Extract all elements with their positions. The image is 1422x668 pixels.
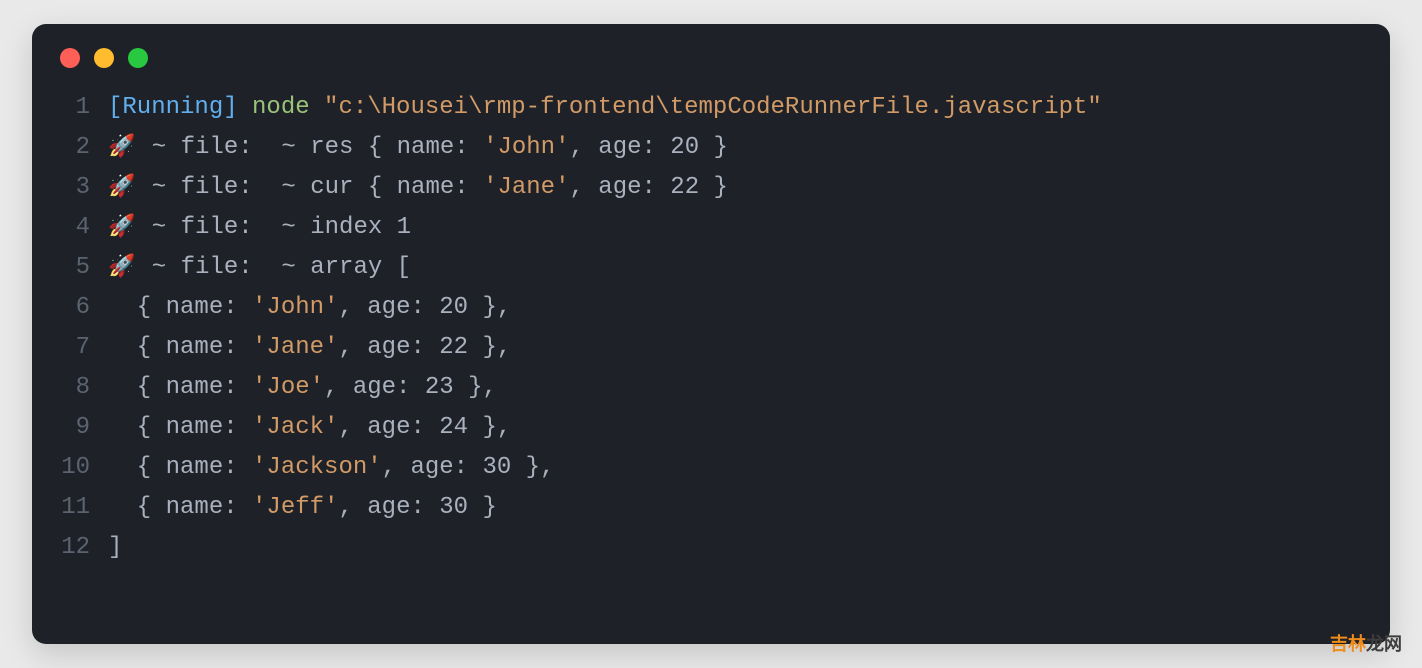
token: { name: <box>108 328 252 368</box>
rocket-icon: 🚀 <box>108 128 135 168</box>
token: "c:\Housei\rmp-frontend\tempCodeRunnerFi… <box>324 88 1102 128</box>
output-line: 12] <box>60 528 1362 568</box>
output-line: 4🚀 ~ file: ~ index 1 <box>60 208 1362 248</box>
token: ~ file: ~ array [ <box>137 248 411 288</box>
line-number: 4 <box>60 208 108 248</box>
token: [Running] <box>108 88 238 128</box>
token: 'Jeff' <box>252 488 338 528</box>
terminal-window: 1[Running] node "c:\Housei\rmp-frontend\… <box>32 24 1390 644</box>
maximize-icon[interactable] <box>128 48 148 68</box>
line-content: { name: 'Jeff', age: 30 } <box>108 488 497 528</box>
watermark: 吉林龙网 <box>1330 630 1402 656</box>
line-number: 3 <box>60 168 108 208</box>
watermark-part-b: 龙网 <box>1366 634 1402 654</box>
line-content: { name: 'Jack', age: 24 }, <box>108 408 511 448</box>
output-line: 8 { name: 'Joe', age: 23 }, <box>60 368 1362 408</box>
rocket-icon: 🚀 <box>108 248 135 288</box>
token: , age: 24 }, <box>338 408 511 448</box>
line-content: 🚀 ~ file: ~ array [ <box>108 248 411 288</box>
token: , age: 22 } <box>569 168 727 208</box>
line-number: 9 <box>60 408 108 448</box>
token: , age: 22 }, <box>338 328 511 368</box>
token: 'Jane' <box>483 168 569 208</box>
output-line: 5🚀 ~ file: ~ array [ <box>60 248 1362 288</box>
token: { name: <box>108 288 252 328</box>
terminal-output: 1[Running] node "c:\Housei\rmp-frontend\… <box>32 88 1390 568</box>
token: , age: 20 }, <box>338 288 511 328</box>
token: , age: 30 } <box>338 488 496 528</box>
line-content: { name: 'Jane', age: 22 }, <box>108 328 511 368</box>
token <box>238 88 252 128</box>
line-number: 6 <box>60 288 108 328</box>
token <box>310 88 324 128</box>
output-line: 7 { name: 'Jane', age: 22 }, <box>60 328 1362 368</box>
line-number: 5 <box>60 248 108 288</box>
close-icon[interactable] <box>60 48 80 68</box>
output-line: 10 { name: 'Jackson', age: 30 }, <box>60 448 1362 488</box>
token: ~ file: ~ cur { name: <box>137 168 483 208</box>
token: { name: <box>108 368 252 408</box>
rocket-icon: 🚀 <box>108 168 135 208</box>
token: 'Jane' <box>252 328 338 368</box>
line-content: 🚀 ~ file: ~ res { name: 'John', age: 20 … <box>108 128 728 168</box>
output-line: 6 { name: 'John', age: 20 }, <box>60 288 1362 328</box>
line-number: 11 <box>60 488 108 528</box>
line-number: 2 <box>60 128 108 168</box>
line-content: 🚀 ~ file: ~ cur { name: 'Jane', age: 22 … <box>108 168 728 208</box>
output-line: 2🚀 ~ file: ~ res { name: 'John', age: 20… <box>60 128 1362 168</box>
token: ] <box>108 528 122 568</box>
line-content: 🚀 ~ file: ~ index 1 <box>108 208 411 248</box>
line-content: { name: 'Joe', age: 23 }, <box>108 368 497 408</box>
output-line: 9 { name: 'Jack', age: 24 }, <box>60 408 1362 448</box>
output-line: 3🚀 ~ file: ~ cur { name: 'Jane', age: 22… <box>60 168 1362 208</box>
title-bar <box>32 48 1390 88</box>
token: , age: 30 }, <box>382 448 555 488</box>
token: node <box>252 88 310 128</box>
token: , age: 23 }, <box>324 368 497 408</box>
token: 'Jack' <box>252 408 338 448</box>
token: ~ file: ~ res { name: <box>137 128 483 168</box>
rocket-icon: 🚀 <box>108 208 135 248</box>
line-content: { name: 'John', age: 20 }, <box>108 288 511 328</box>
token: 'Joe' <box>252 368 324 408</box>
line-content: { name: 'Jackson', age: 30 }, <box>108 448 554 488</box>
output-line: 1[Running] node "c:\Housei\rmp-frontend\… <box>60 88 1362 128</box>
line-content: [Running] node "c:\Housei\rmp-frontend\t… <box>108 88 1102 128</box>
token: ~ file: ~ index 1 <box>137 208 411 248</box>
minimize-icon[interactable] <box>94 48 114 68</box>
token: { name: <box>108 488 252 528</box>
token: , age: 20 } <box>569 128 727 168</box>
token: { name: <box>108 408 252 448</box>
line-number: 7 <box>60 328 108 368</box>
line-content: ] <box>108 528 122 568</box>
line-number: 1 <box>60 88 108 128</box>
token: { name: <box>108 448 252 488</box>
line-number: 12 <box>60 528 108 568</box>
watermark-part-a: 吉林 <box>1330 634 1366 654</box>
output-line: 11 { name: 'Jeff', age: 30 } <box>60 488 1362 528</box>
token: 'John' <box>252 288 338 328</box>
line-number: 10 <box>60 448 108 488</box>
line-number: 8 <box>60 368 108 408</box>
token: 'Jackson' <box>252 448 382 488</box>
token: 'John' <box>483 128 569 168</box>
